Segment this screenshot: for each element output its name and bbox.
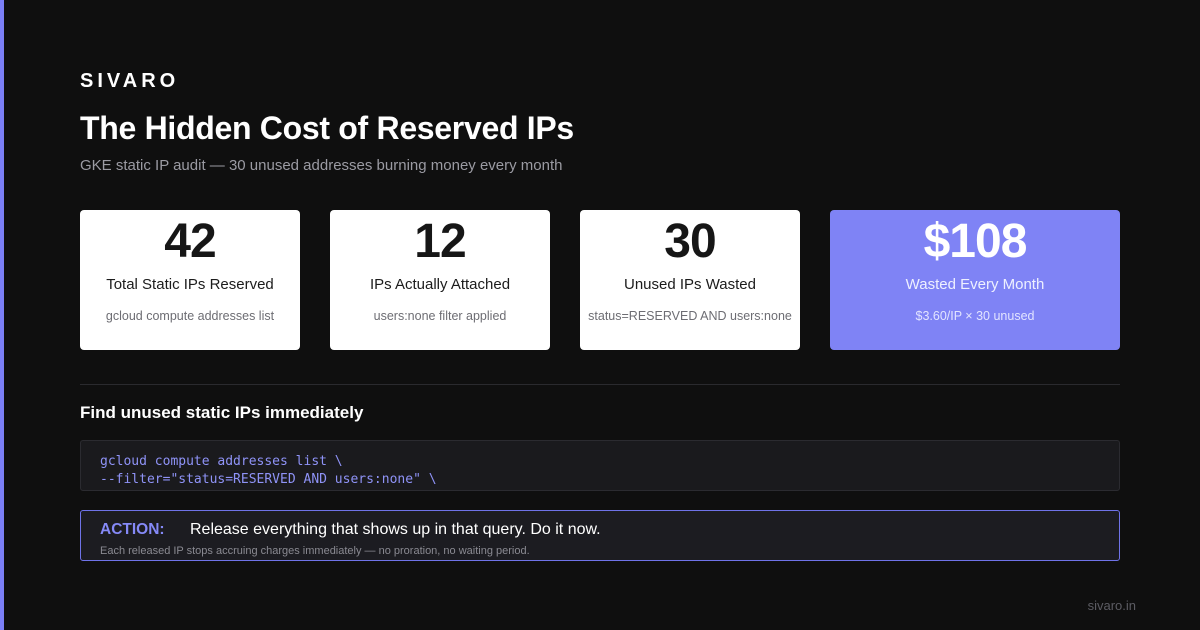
stat-card-total-reserved: 42 Total Static IPs Reserved gcloud comp… — [80, 210, 300, 350]
page-title: The Hidden Cost of Reserved IPs — [80, 110, 574, 146]
stat-label: Unused IPs Wasted — [623, 276, 756, 293]
code-block[interactable]: gcloud compute addresses list \ --filter… — [80, 440, 1120, 491]
action-note: Each released IP stops accruing charges … — [100, 545, 530, 557]
stat-card-attached: 12 IPs Actually Attached users:none filt… — [330, 210, 550, 350]
page-subtitle: GKE static IP audit — 30 unused addresse… — [80, 157, 563, 174]
stat-hint: status=RESERVED AND users:none — [588, 309, 792, 323]
action-callout: ACTION: Release everything that shows up… — [80, 510, 1120, 561]
stat-label: Total Static IPs Reserved — [106, 276, 274, 293]
stat-label: IPs Actually Attached — [369, 276, 511, 293]
stat-hint: gcloud compute addresses list — [105, 309, 275, 323]
stat-hint: users:none filter applied — [373, 309, 507, 323]
code-line: gcloud compute addresses list \ — [100, 454, 343, 469]
footer-url[interactable]: sivaro.in — [1088, 598, 1136, 613]
section-divider — [80, 384, 1120, 385]
accent-bar — [0, 0, 4, 630]
action-label: ACTION: — [100, 521, 165, 538]
stat-card-monthly-waste: $108 Wasted Every Month $3.60/IP × 30 un… — [830, 210, 1120, 350]
stat-value: 42 — [164, 215, 216, 268]
stat-label: Wasted Every Month — [905, 276, 1045, 293]
action-text: Release everything that shows up in that… — [190, 521, 601, 538]
stats-cards: 42 Total Static IPs Reserved gcloud comp… — [80, 210, 1120, 350]
stat-card-unused: 30 Unused IPs Wasted status=RESERVED AND… — [580, 210, 800, 350]
stat-value: 30 — [664, 215, 716, 268]
section-heading: Find unused static IPs immediately — [80, 403, 364, 422]
brand-logo-text: SIVARO — [80, 70, 180, 92]
stat-value: 12 — [414, 215, 466, 268]
stat-hint: $3.60/IP × 30 unused — [915, 309, 1035, 323]
code-line: --filter="status=RESERVED AND users:none… — [100, 472, 437, 487]
stat-value: $108 — [923, 215, 1028, 268]
